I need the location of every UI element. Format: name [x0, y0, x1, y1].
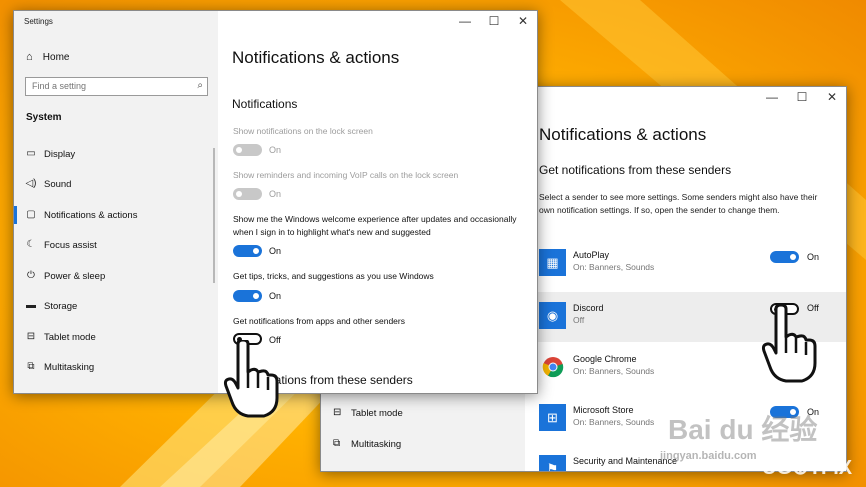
search-icon: ⌕	[197, 80, 203, 91]
maximize-button[interactable]: ☐	[795, 90, 809, 104]
sidebar-item-storage[interactable]: ▬ Storage	[14, 291, 214, 321]
maximize-button[interactable]: ☐	[487, 14, 501, 28]
close-button[interactable]: ✕	[825, 90, 839, 104]
sidebar-item-tablet-mode[interactable]: ⊟ Tablet mode	[321, 398, 521, 428]
sidebar-item-tablet-mode[interactable]: ⊟ Tablet mode	[14, 322, 214, 352]
page-title: Notifications & actions	[232, 48, 400, 67]
close-button[interactable]: ✕	[516, 14, 530, 28]
sidebar-item-multitasking[interactable]: ⧉ Multitasking	[321, 429, 521, 459]
power-icon: ⏻	[27, 270, 35, 281]
setting-app-notifications-label: Get notifications from apps and other se…	[233, 316, 405, 326]
hand-pointer-icon	[223, 340, 279, 418]
sidebar-scrollbar[interactable]	[213, 148, 215, 283]
welcome-toggle[interactable]	[233, 245, 262, 257]
tips-toggle[interactable]	[233, 290, 262, 302]
sender-autoplay[interactable]: ▦ AutoPlay On: Banners, Sounds On	[525, 239, 846, 289]
settings-window-front: Settings ⌂ Home ⌕ System ▭ Display ◁) So…	[13, 10, 538, 394]
hand-pointer-icon	[761, 305, 817, 383]
discord-icon: ◉	[539, 302, 566, 329]
senders-section-title: ications from these senders	[266, 373, 413, 387]
security-icon: ⚑	[539, 455, 566, 471]
tablet-mode-icon: ⊟	[333, 407, 342, 418]
sidebar-item-notifications[interactable]: ▢ Notifications & actions	[14, 200, 214, 230]
sidebar-item-display[interactable]: ▭ Display	[14, 139, 214, 169]
reminders-toggle	[233, 188, 262, 200]
setting-lock-screen-label: Show notifications on the lock screen	[233, 126, 373, 136]
sidebar: Settings ⌂ Home ⌕ System ▭ Display ◁) So…	[14, 11, 218, 393]
sidebar-item-sound[interactable]: ◁) Sound	[14, 169, 214, 199]
sound-icon: ◁)	[25, 178, 37, 189]
setting-welcome-label: Show me the Windows welcome experience a…	[233, 214, 517, 237]
search-field[interactable]: ⌕	[25, 77, 208, 96]
window-title: Settings	[24, 17, 53, 26]
brand-watermark: UG⊕TFIX	[762, 457, 853, 479]
home-icon: ⌂	[26, 51, 33, 63]
section-title: Notifications	[232, 97, 298, 111]
display-icon: ▭	[26, 148, 36, 159]
notifications-icon: ▢	[26, 209, 36, 220]
storage-icon: ▬	[26, 300, 36, 311]
sidebar-item-focus-assist[interactable]: ☾ Focus assist	[14, 230, 214, 260]
multitasking-icon: ⧉	[27, 361, 35, 372]
minimize-button[interactable]: —	[458, 14, 472, 28]
autoplay-icon: ▦	[539, 249, 566, 276]
sidebar-item-multitasking[interactable]: ⧉ Multitasking	[14, 352, 214, 382]
setting-reminders-label: Show reminders and incoming VoIP calls o…	[233, 170, 459, 180]
page-title: Notifications & actions	[539, 125, 707, 144]
multitasking-icon: ⧉	[333, 438, 341, 449]
home-link[interactable]: ⌂ Home	[26, 51, 69, 63]
section-header: System	[26, 112, 62, 123]
sidebar-item-power-sleep[interactable]: ⏻ Power & sleep	[14, 261, 214, 291]
baidu-watermark: Bai du 经验	[668, 414, 818, 445]
section-description: Select a sender to see more settings. So…	[539, 192, 818, 215]
setting-tips-label: Get tips, tricks, and suggestions as you…	[233, 271, 434, 281]
url-watermark: jingyan.baidu.com	[660, 450, 757, 462]
chrome-icon	[539, 353, 566, 380]
search-input[interactable]	[32, 81, 182, 91]
tablet-mode-icon: ⊟	[26, 331, 36, 342]
section-title: Get notifications from these senders	[539, 163, 732, 177]
lock-screen-toggle	[233, 144, 262, 156]
minimize-button[interactable]: —	[765, 90, 779, 104]
main-panel: — ☐ ✕ Notifications & actions Notificati…	[218, 11, 537, 393]
autoplay-toggle[interactable]	[770, 251, 799, 263]
focus-assist-icon: ☾	[26, 239, 36, 250]
store-icon: ⊞	[539, 404, 566, 431]
